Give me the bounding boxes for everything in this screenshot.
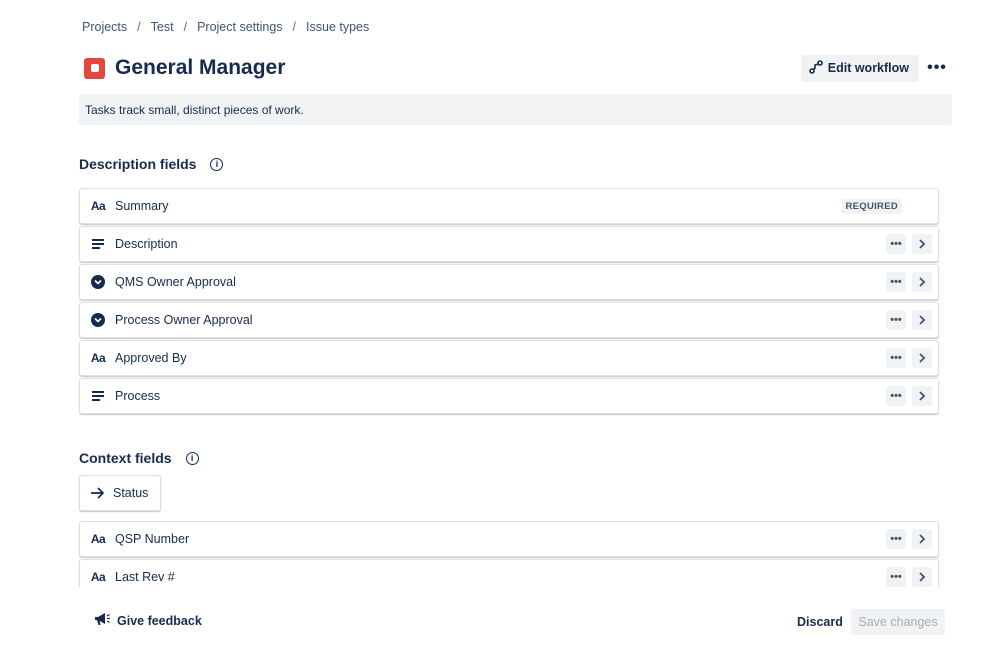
give-feedback-label: Give feedback (117, 613, 202, 628)
breadcrumb-separator: / (292, 20, 297, 34)
text-icon: Aa (90, 570, 106, 584)
chevron-right-icon[interactable] (912, 567, 932, 587)
description-fields-heading: Description fields i (79, 156, 224, 172)
field-row-approved-by[interactable]: Aa Approved By ••• (79, 340, 939, 376)
context-fields-heading: Context fields i (79, 450, 199, 466)
chevron-right-icon[interactable] (912, 529, 932, 549)
required-badge: REQUIRED (841, 198, 902, 214)
field-row-description[interactable]: Description ••• (79, 226, 939, 262)
field-label: Last Rev # (115, 570, 175, 584)
status-field-chip[interactable]: Status (79, 475, 161, 511)
save-changes-button[interactable]: Save changes (851, 609, 945, 635)
breadcrumb-issue-types[interactable]: Issue types (306, 20, 369, 34)
field-label: QSP Number (115, 532, 190, 546)
field-label: Summary (115, 199, 169, 213)
select-icon (90, 274, 106, 290)
edit-workflow-label: Edit workflow (827, 61, 909, 75)
field-label: Process Owner Approval (115, 313, 253, 327)
text-icon: Aa (90, 199, 106, 213)
field-row-last-rev[interactable]: Aa Last Rev # ••• (79, 559, 939, 587)
edit-workflow-button[interactable]: Edit workflow (800, 54, 919, 82)
chevron-right-icon[interactable] (912, 234, 932, 254)
breadcrumb-project-settings[interactable]: Project settings (197, 20, 282, 34)
field-label: Description (115, 237, 178, 251)
section-title: Description fields (79, 156, 197, 172)
breadcrumb-test[interactable]: Test (151, 20, 174, 34)
chevron-right-icon[interactable] (912, 310, 932, 330)
chevron-right-icon[interactable] (912, 386, 932, 406)
section-title: Context fields (79, 450, 172, 466)
issue-type-description[interactable]: Tasks track small, distinct pieces of wo… (79, 94, 952, 125)
more-icon[interactable]: ••• (886, 567, 906, 587)
info-icon[interactable]: i (210, 157, 224, 171)
field-label: Approved By (115, 351, 187, 365)
more-icon[interactable]: ••• (886, 234, 906, 254)
more-actions-button[interactable]: ••• (925, 56, 949, 80)
footer-bar: Give feedback Discard Save changes (0, 596, 999, 648)
more-icon[interactable]: ••• (886, 386, 906, 406)
workflow-icon (808, 59, 823, 77)
paragraph-icon (90, 236, 106, 252)
issue-type-icon (84, 57, 105, 79)
field-row-process-owner-approval[interactable]: Process Owner Approval ••• (79, 302, 939, 338)
field-row-process[interactable]: Process ••• (79, 378, 939, 414)
field-label: QMS Owner Approval (115, 275, 236, 289)
page-title[interactable]: General Manager (115, 56, 285, 80)
breadcrumb: Projects / Test / Project settings / Iss… (82, 20, 369, 34)
field-row-qms-owner-approval[interactable]: QMS Owner Approval ••• (79, 264, 939, 300)
discard-button[interactable]: Discard (789, 609, 851, 635)
chevron-right-icon[interactable] (912, 272, 932, 292)
context-field-list: Aa QSP Number ••• Aa Last Rev # ••• (79, 521, 939, 587)
field-row-qsp-number[interactable]: Aa QSP Number ••• (79, 521, 939, 557)
arrow-right-icon (90, 487, 105, 499)
text-icon: Aa (90, 532, 106, 546)
chevron-right-icon[interactable] (912, 348, 932, 368)
text-icon: Aa (90, 351, 106, 365)
give-feedback-button[interactable]: Give feedback (93, 611, 202, 630)
description-field-list: Aa Summary REQUIRED Description ••• QMS … (79, 188, 939, 416)
status-label: Status (113, 486, 149, 500)
field-row-summary[interactable]: Aa Summary REQUIRED (79, 188, 939, 224)
breadcrumb-separator: / (183, 20, 188, 34)
more-icon[interactable]: ••• (886, 348, 906, 368)
field-label: Process (115, 389, 161, 403)
info-icon[interactable]: i (185, 451, 199, 465)
breadcrumb-projects[interactable]: Projects (82, 20, 127, 34)
megaphone-icon (93, 611, 111, 630)
settings-content: Projects / Test / Project settings / Iss… (0, 0, 999, 587)
page-header: General Manager Edit workflow ••• (84, 54, 949, 82)
more-icon[interactable]: ••• (886, 310, 906, 330)
select-icon (90, 312, 106, 328)
more-icon[interactable]: ••• (886, 272, 906, 292)
more-icon[interactable]: ••• (886, 529, 906, 549)
paragraph-icon (90, 388, 106, 404)
breadcrumb-separator: / (137, 20, 141, 34)
